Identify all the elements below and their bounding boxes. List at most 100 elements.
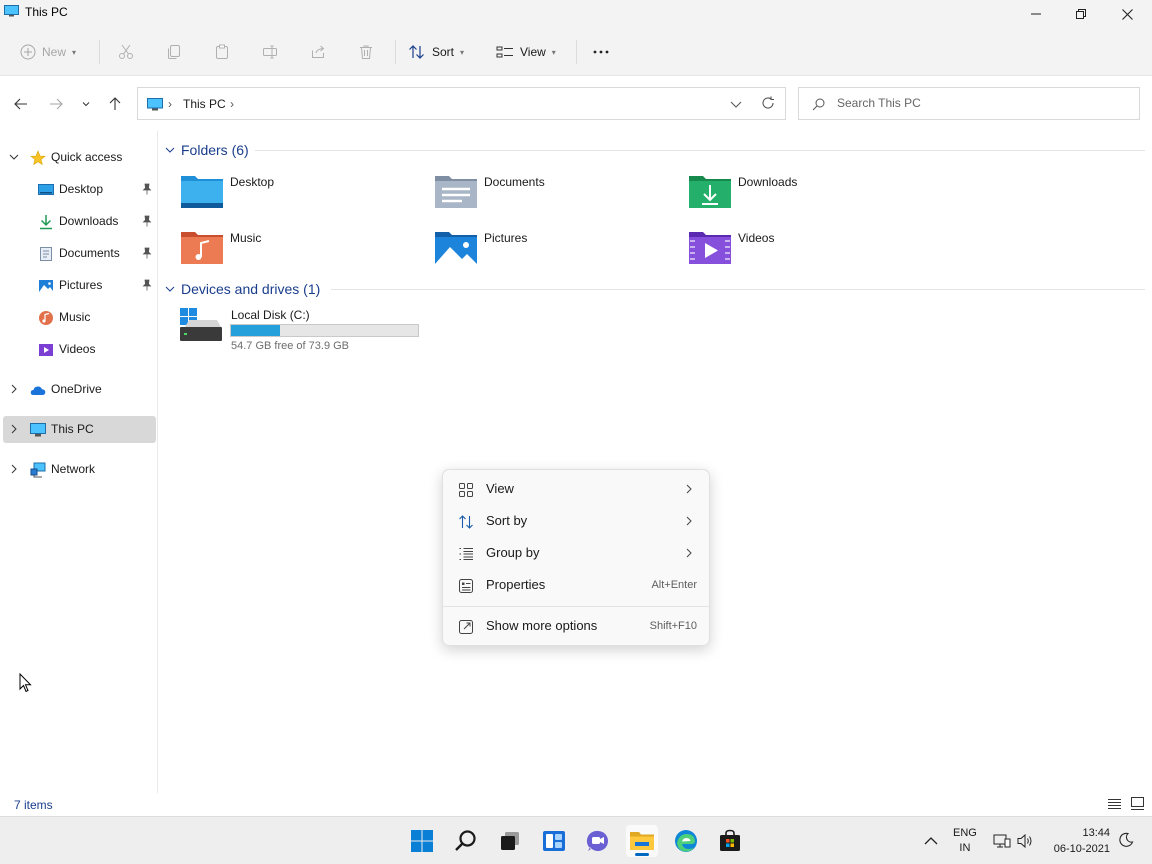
breadcrumb-this-pc[interactable]: This PC: [183, 97, 226, 111]
pin-icon[interactable]: [142, 215, 152, 227]
context-menu-show-more-options[interactable]: Show more options Shift+F10: [447, 611, 705, 641]
pin-icon[interactable]: [142, 247, 152, 259]
search-icon: [455, 830, 476, 851]
group-divider: [255, 150, 1145, 151]
nav-network[interactable]: Network: [3, 456, 156, 483]
restore-button[interactable]: [1058, 0, 1104, 28]
task-view-button[interactable]: [494, 825, 526, 857]
drive-tile-local-disk[interactable]: Local Disk (C:) 54.7 GB free of 73.9 GB: [179, 307, 429, 357]
network-status-icon[interactable]: [993, 833, 1011, 849]
this-pc-icon: [4, 5, 19, 17]
nav-item-pictures[interactable]: Pictures: [3, 272, 156, 299]
folder-tile-downloads[interactable]: Downloads: [688, 173, 938, 221]
chevron-right-icon[interactable]: [9, 464, 19, 474]
menu-item-label: View: [486, 481, 514, 496]
context-menu-view[interactable]: View: [447, 474, 705, 504]
chat-button[interactable]: [582, 825, 614, 857]
cut-button[interactable]: [118, 38, 134, 66]
folder-tile-desktop[interactable]: Desktop: [180, 173, 430, 221]
taskbar-search-button[interactable]: [450, 825, 482, 857]
menu-divider: [443, 606, 709, 607]
menu-item-shortcut: Shift+F10: [649, 620, 697, 632]
nav-label: This PC: [51, 422, 94, 436]
chevron-right-icon[interactable]: [9, 384, 19, 394]
large-icons-view-icon[interactable]: [1131, 797, 1144, 810]
nav-item-documents[interactable]: Documents: [3, 240, 156, 267]
folder-tile-music[interactable]: Music: [180, 229, 430, 277]
rename-button[interactable]: [262, 38, 278, 66]
breadcrumb-chevron-icon[interactable]: ›: [230, 97, 234, 111]
chevron-down-icon: ▾: [460, 47, 465, 57]
address-bar[interactable]: › This PC ›: [137, 87, 786, 120]
paste-button[interactable]: [214, 38, 230, 66]
chevron-down-icon: [165, 147, 175, 153]
volume-icon[interactable]: [1017, 833, 1035, 849]
pin-icon[interactable]: [142, 279, 152, 291]
file-explorer-button[interactable]: [626, 825, 658, 857]
widgets-button[interactable]: [538, 825, 570, 857]
up-button[interactable]: [104, 93, 126, 115]
drive-free-space: 54.7 GB free of 73.9 GB: [231, 340, 350, 352]
refresh-icon[interactable]: [761, 96, 775, 110]
search-input[interactable]: [837, 96, 1117, 110]
new-label: New: [42, 45, 67, 59]
nav-quick-access[interactable]: Quick access: [3, 144, 156, 171]
menu-item-label: Show more options: [486, 618, 598, 633]
folder-tile-documents[interactable]: Documents: [434, 173, 684, 221]
chevron-down-icon[interactable]: [9, 152, 19, 162]
copy-button[interactable]: [166, 38, 182, 66]
back-button[interactable]: [10, 93, 32, 115]
folder-tile-videos[interactable]: Videos: [688, 229, 938, 277]
folder-tile-pictures[interactable]: Pictures: [434, 229, 684, 277]
pin-icon[interactable]: [142, 183, 152, 195]
group-title: Folders (6): [181, 142, 249, 158]
folder-label: Downloads: [738, 175, 798, 189]
nav-item-downloads[interactable]: Downloads: [3, 208, 156, 235]
toolbar-divider: [576, 40, 577, 64]
input-language-indicator[interactable]: ENG IN: [953, 826, 977, 856]
nav-item-desktop[interactable]: Desktop: [3, 176, 156, 203]
start-button[interactable]: [406, 825, 438, 857]
restore-icon: [1076, 9, 1086, 19]
recent-locations-button[interactable]: [75, 93, 97, 115]
sort-button[interactable]: Sort ▾: [408, 38, 464, 66]
context-menu-properties[interactable]: Properties Alt+Enter: [447, 570, 705, 600]
toolbar-divider: [395, 40, 396, 64]
more-options-icon: [459, 620, 473, 634]
chevron-down-icon: ▾: [551, 47, 556, 57]
nav-item-videos[interactable]: Videos: [3, 336, 156, 363]
delete-button[interactable]: [358, 38, 374, 66]
nav-onedrive[interactable]: OneDrive: [3, 376, 156, 403]
view-button[interactable]: View ▾: [496, 38, 556, 66]
nav-this-pc[interactable]: This PC: [3, 416, 156, 443]
properties-icon: [459, 579, 473, 593]
network-icon: [30, 462, 46, 478]
edge-button[interactable]: [670, 825, 702, 857]
new-button[interactable]: New ▾: [20, 38, 76, 66]
clock[interactable]: 13:44 06-10-2021: [1048, 825, 1110, 857]
music-folder-icon: [181, 232, 223, 264]
focus-assist-moon-icon[interactable]: [1118, 832, 1134, 848]
devices-group-header[interactable]: Devices and drives (1): [165, 279, 320, 299]
folders-group-header[interactable]: Folders (6): [165, 140, 249, 160]
drive-label: Local Disk (C:): [231, 308, 310, 322]
content-pane[interactable]: Folders (6) Desktop Documents Downloads …: [159, 131, 1152, 793]
context-menu-group-by[interactable]: Group by: [447, 538, 705, 568]
close-button[interactable]: [1104, 0, 1150, 28]
share-button[interactable]: [310, 38, 326, 66]
drive-usage-fill: [231, 325, 280, 336]
star-icon: [30, 150, 46, 166]
forward-button[interactable]: [45, 93, 67, 115]
navigation-pane: Quick access Desktop Downloads Documents…: [0, 131, 158, 793]
context-menu-sort-by[interactable]: Sort by: [447, 506, 705, 536]
chevron-right-icon[interactable]: [9, 424, 19, 434]
more-options-button[interactable]: [592, 38, 610, 66]
chevron-down-icon: ▾: [72, 47, 77, 57]
store-button[interactable]: [714, 825, 746, 857]
show-hidden-icons-icon[interactable]: [924, 836, 938, 845]
address-dropdown-icon[interactable]: [730, 99, 742, 109]
details-view-icon[interactable]: [1108, 798, 1121, 810]
search-box[interactable]: [798, 87, 1140, 120]
minimize-button[interactable]: [1013, 0, 1059, 28]
nav-item-music[interactable]: Music: [3, 304, 156, 331]
